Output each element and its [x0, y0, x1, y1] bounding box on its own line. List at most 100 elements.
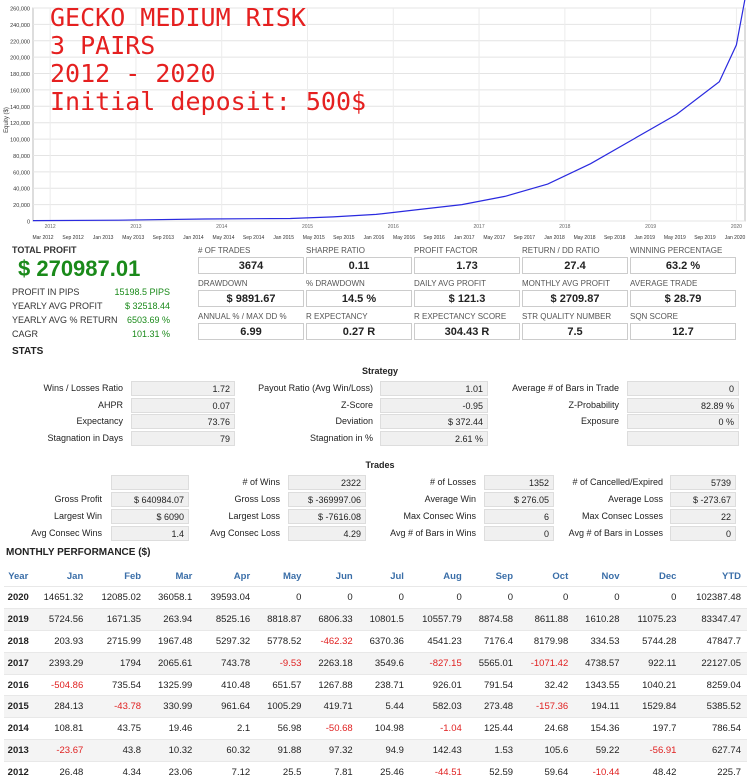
x-tick-label: May 2017 [483, 235, 505, 240]
value-cell: -43.78 [89, 695, 148, 718]
strategy-label: Deviation [335, 416, 373, 427]
value-cell: 10801.5 [358, 607, 410, 631]
table-row: 2016 -504.86 735.54 1325.99 410.48 651.57 1267… [4, 673, 747, 696]
summary-value: 6503.69 % [126, 315, 170, 325]
x-tick-label: Jan 2013 [93, 235, 114, 240]
y-tick-label: 60,000 [13, 170, 30, 176]
value-cell: 7.12 [198, 761, 257, 783]
value-cell: 225.7 [682, 761, 747, 783]
value-cell: 5.44 [358, 695, 410, 718]
monthly-column-header: Jul [390, 570, 404, 582]
value-cell: 97.32 [307, 739, 359, 762]
metric-box: WINNING PERCENTAGE 63.2 % [630, 246, 736, 274]
metric-label: % DRAWDOWN [306, 279, 365, 288]
year-cell: 2015 [4, 695, 32, 718]
strategy-label: Z-Score [340, 399, 373, 410]
strategy-label: Exposure [580, 416, 619, 427]
trades-value: $ 6090 [111, 509, 189, 524]
strategy-value: 1.01 [380, 381, 488, 396]
strategy-value: -0.95 [380, 397, 488, 413]
value-cell: -9.53 [256, 651, 308, 675]
value-cell: 786.54 [682, 717, 747, 740]
x-year-label: 2018 [559, 224, 570, 230]
value-cell: 743.78 [198, 651, 257, 675]
value-cell: 26.48 [31, 761, 90, 783]
table-row: 2018 203.93 2715.99 1967.48 5297.32 5778.52 -4… [4, 629, 747, 653]
x-tick-label: May 2014 [213, 235, 235, 240]
metric-box: ANNUAL % / MAX DD % 6.99 [198, 312, 304, 340]
value-cell: -504.86 [31, 673, 90, 696]
summary-row: YEARLY AVG % RETURN 6503.69 % [12, 315, 170, 325]
value-cell: 102387.48 [682, 586, 747, 609]
value-cell: 791.54 [467, 673, 520, 696]
y-axis-label: Equity ($) [4, 107, 10, 133]
metric-label: ANNUAL % / MAX DD % [198, 312, 287, 321]
total-profit-label: TOTAL PROFIT [12, 245, 77, 255]
value-cell: 2.1 [198, 717, 257, 740]
trades-label: Max Consec Wins [403, 511, 476, 521]
value-cell: 39593.04 [198, 586, 257, 609]
strategy-value: 73.76 [131, 414, 235, 430]
value-cell: 2263.18 [307, 651, 359, 675]
trades-label: # of Cancelled/Expired [572, 477, 663, 487]
metric-value: 6.99 [198, 323, 304, 340]
metric-box: RETURN / DD RATIO 27.4 [522, 246, 628, 274]
value-cell: 238.71 [358, 673, 410, 696]
trades-value: 2322 [288, 475, 366, 490]
x-tick-label: Sep 2015 [333, 235, 355, 240]
value-cell: -56.91 [625, 739, 683, 762]
trades-label: # of Wins [242, 477, 280, 487]
value-cell: 32.42 [519, 673, 575, 696]
strategy-label: Expectancy [76, 416, 123, 427]
x-tick-label: Jan 2018 [544, 235, 565, 240]
value-cell: 1529.84 [625, 695, 683, 718]
monthly-column-header: Nov [601, 570, 620, 582]
x-year-label: 2013 [130, 224, 141, 230]
trades-value: 22 [670, 509, 736, 524]
metric-label: R EXPECTANCY [306, 312, 368, 321]
metric-label: STR QUALITY NUMBER [522, 312, 612, 321]
value-cell: 1267.88 [307, 673, 359, 696]
strategy-value: 0 % [627, 414, 739, 430]
value-cell: -827.15 [409, 651, 468, 675]
metric-value: 14.5 % [306, 290, 412, 307]
monthly-column-header: Oct [552, 570, 569, 582]
value-cell: 922.11 [625, 651, 683, 675]
table-row: 2020 14651.32 12085.02 36058.1 39593.04 0 0 0 0 0… [4, 586, 747, 609]
value-cell: 91.88 [256, 739, 308, 762]
value-cell: 5385.52 [682, 695, 747, 718]
metric-box: # OF TRADES 3674 [198, 246, 304, 274]
trades-label: Gross Profit [54, 494, 102, 504]
value-cell: 94.9 [358, 739, 410, 762]
value-cell: 14651.32 [31, 586, 90, 609]
value-cell: 5724.56 [31, 607, 90, 631]
value-cell: 334.53 [574, 629, 626, 653]
summary-label: YEARLY AVG % RETURN [12, 315, 118, 325]
trades-value: 4.29 [288, 526, 366, 541]
value-cell: 6806.33 [307, 607, 359, 631]
y-tick-label: 140,000 [10, 105, 30, 111]
summary-label: YEARLY AVG PROFIT [12, 301, 103, 311]
metric-value: 12.7 [630, 323, 736, 340]
metric-value: $ 28.79 [630, 290, 736, 307]
x-tick-label: May 2019 [664, 235, 686, 240]
value-cell: -462.32 [307, 629, 359, 653]
year-cell: 2013 [4, 739, 32, 762]
trades-value [111, 475, 189, 490]
strategy-value: 0 [627, 381, 739, 396]
x-year-label: 2020 [731, 224, 742, 230]
metric-label: AVERAGE TRADE [630, 279, 698, 288]
value-cell: 59.64 [519, 761, 575, 783]
metric-box: MONTHLY AVG PROFIT $ 2709.87 [522, 279, 628, 307]
strategy-value: 79 [131, 431, 235, 447]
table-row: 2015 284.13 -43.78 330.99 961.64 1005.29 419.7… [4, 695, 747, 718]
strategy-value: 0.07 [131, 397, 235, 413]
value-cell: 6370.36 [358, 629, 410, 653]
value-cell: -1071.42 [519, 651, 575, 675]
metric-value: 63.2 % [630, 257, 736, 274]
overlay-line-1: GECKO MEDIUM RISK [50, 3, 306, 32]
trades-label: # of Losses [429, 477, 476, 487]
value-cell: 1671.35 [89, 607, 148, 631]
value-cell: 4.34 [89, 761, 148, 783]
metric-value: 304.43 R [414, 323, 520, 340]
